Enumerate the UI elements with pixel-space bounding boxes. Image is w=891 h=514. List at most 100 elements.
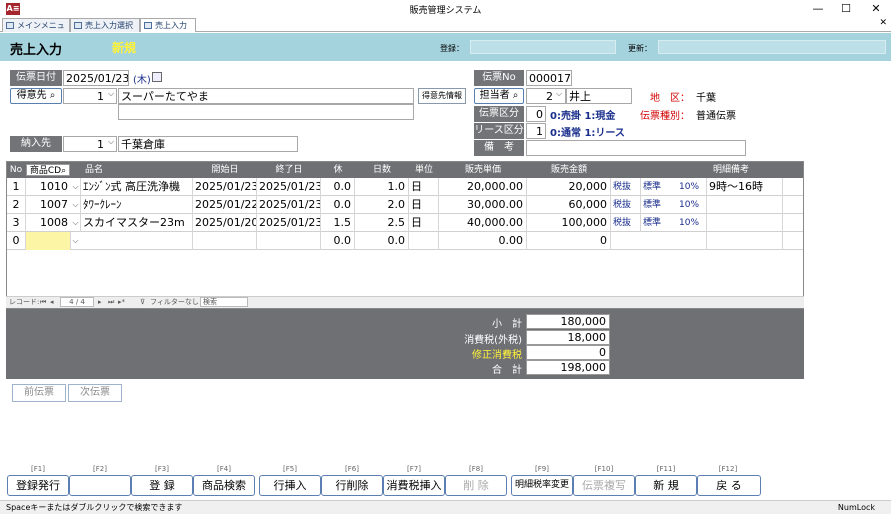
col-amount: 販売金額 bbox=[550, 165, 587, 175]
delete-row-button[interactable]: 行削除 bbox=[321, 475, 383, 496]
row-name[interactable]: ﾀﾜｰｸﾚｰﾝ bbox=[81, 196, 193, 214]
slip-no-label: 伝票No bbox=[474, 70, 524, 86]
row-start[interactable] bbox=[193, 232, 257, 250]
row-end[interactable] bbox=[257, 232, 321, 250]
row-price[interactable]: 20,000.00 bbox=[439, 178, 527, 196]
lease-label: リース区分 bbox=[474, 123, 524, 139]
fkey-label: [F7] bbox=[407, 465, 421, 473]
maximize-button[interactable]: ☐ bbox=[836, 2, 856, 16]
row-memo[interactable] bbox=[707, 196, 783, 214]
row-days[interactable]: 1.0 bbox=[355, 178, 409, 196]
row-start[interactable]: 2025/01/22 bbox=[193, 196, 257, 214]
chevron-down-icon[interactable]: ⌵ bbox=[71, 178, 80, 196]
registered-value bbox=[470, 40, 616, 54]
row-name[interactable] bbox=[81, 232, 193, 250]
row-end[interactable]: 2025/01/23 bbox=[257, 214, 321, 232]
row-unit[interactable]: 日 bbox=[409, 214, 439, 232]
row-off[interactable]: 0.0 bbox=[321, 196, 355, 214]
register-button[interactable]: 登 録 bbox=[131, 475, 193, 496]
back-button[interactable]: 戻 る bbox=[697, 475, 761, 496]
chevron-down-icon[interactable]: ⌵ bbox=[71, 196, 80, 214]
chevron-down-icon[interactable]: ⌵ bbox=[71, 232, 80, 250]
row-price[interactable]: 40,000.00 bbox=[439, 214, 527, 232]
record-position[interactable]: 4 / 4 bbox=[60, 297, 94, 307]
chevron-down-icon[interactable]: ⌵ bbox=[556, 89, 562, 99]
chevron-down-icon[interactable]: ⌵ bbox=[108, 89, 114, 99]
table-row-new[interactable]: 0 ⌵ 0.0 0.0 0.00 0 bbox=[7, 232, 803, 250]
change-tax-rate-button[interactable]: 明細税率変更 bbox=[511, 475, 573, 496]
table-row[interactable]: 2 1007 ⌵ ﾀﾜｰｸﾚｰﾝ 2025/01/22 2025/01/23 0… bbox=[7, 196, 803, 214]
row-end[interactable]: 2025/01/23 bbox=[257, 196, 321, 214]
slip-date-input[interactable]: 2025/01/23 bbox=[63, 70, 129, 86]
row-start[interactable]: 2025/01/23 bbox=[193, 178, 257, 196]
insert-tax-button[interactable]: 消費税挿入 bbox=[383, 475, 445, 496]
fkey-label: [F5] bbox=[283, 465, 297, 473]
row-unit[interactable]: 日 bbox=[409, 196, 439, 214]
product-code-search-button[interactable]: 商品CD⌕ bbox=[26, 164, 70, 176]
prev-slip-button[interactable]: 前伝票 bbox=[12, 384, 66, 402]
close-tab-icon[interactable]: ✕ bbox=[879, 18, 887, 28]
chevron-down-icon[interactable]: ⌵ bbox=[108, 137, 114, 147]
row-off[interactable]: 1.5 bbox=[321, 214, 355, 232]
delete-button[interactable]: 削 除 bbox=[445, 475, 507, 496]
tab-sales-entry[interactable]: 売上入力 bbox=[140, 18, 196, 32]
insert-row-button[interactable]: 行挿入 bbox=[259, 475, 321, 496]
lease-input[interactable]: 1 bbox=[526, 123, 546, 139]
product-search-button[interactable]: 商品検索 bbox=[193, 475, 255, 496]
delivery-name-field[interactable]: 千葉倉庫 bbox=[118, 136, 298, 152]
issue-button[interactable]: 登録発行 bbox=[7, 475, 69, 496]
next-slip-button[interactable]: 次伝票 bbox=[68, 384, 122, 402]
customer-info-button[interactable]: 得意先情報 bbox=[418, 88, 466, 104]
tax-adjust-input[interactable]: 0 bbox=[526, 345, 610, 360]
chevron-down-icon[interactable]: ⌵ bbox=[71, 214, 80, 232]
new-record-icon[interactable]: ▸* bbox=[118, 297, 125, 308]
row-unit[interactable]: 日 bbox=[409, 178, 439, 196]
row-days[interactable]: 2.0 bbox=[355, 196, 409, 214]
table-row[interactable]: 3 1008 ⌵ スカイマスター23m 2025/01/20 2025/01/2… bbox=[7, 214, 803, 232]
total-label: 合 計 bbox=[492, 365, 522, 376]
tab-sales-entry-select[interactable]: 売上入力選択 bbox=[70, 18, 140, 32]
row-end[interactable]: 2025/01/23 bbox=[257, 178, 321, 196]
row-days[interactable]: 2.5 bbox=[355, 214, 409, 232]
row-amount: 20,000 bbox=[527, 178, 611, 196]
slip-kind-input[interactable]: 0 bbox=[526, 106, 546, 122]
note-input[interactable] bbox=[526, 140, 746, 156]
staff-search-button[interactable]: 担当者 ⌕ bbox=[474, 88, 524, 104]
row-off[interactable]: 0.0 bbox=[321, 178, 355, 196]
filter-status[interactable]: フィルターなし bbox=[150, 297, 199, 308]
row-rate: 10% bbox=[677, 196, 707, 214]
row-unit[interactable] bbox=[409, 232, 439, 250]
numlock-indicator: NumLock bbox=[837, 503, 875, 512]
search-icon: ⌕ bbox=[509, 90, 519, 101]
first-record-icon[interactable]: ⏮ bbox=[40, 297, 46, 308]
minimize-button[interactable]: — bbox=[808, 2, 828, 16]
close-window-button[interactable]: ✕ bbox=[866, 2, 886, 16]
row-code[interactable] bbox=[26, 232, 71, 250]
row-memo[interactable] bbox=[707, 232, 783, 250]
row-start[interactable]: 2025/01/20 bbox=[193, 214, 257, 232]
updated-label: 更新： bbox=[628, 44, 652, 53]
new-button[interactable]: 新 規 bbox=[635, 475, 697, 496]
calendar-icon[interactable] bbox=[152, 72, 162, 82]
row-off[interactable]: 0.0 bbox=[321, 232, 355, 250]
table-row[interactable]: 1 1010 ⌵ ｴﾝｼﾞﾝ式 高圧洗浄機 2025/01/23 2025/01… bbox=[7, 178, 803, 196]
row-price[interactable]: 0.00 bbox=[439, 232, 527, 250]
customer-search-button[interactable]: 得意先 ⌕ bbox=[10, 88, 62, 104]
row-rate: 10% bbox=[677, 178, 707, 196]
col-memo: 明細備考 bbox=[712, 165, 749, 175]
last-record-icon[interactable]: ⏭ bbox=[108, 297, 114, 308]
copy-slip-button[interactable]: 伝票複写 bbox=[573, 475, 635, 496]
row-days[interactable]: 0.0 bbox=[355, 232, 409, 250]
row-price[interactable]: 30,000.00 bbox=[439, 196, 527, 214]
row-name[interactable]: スカイマスター23m bbox=[81, 214, 193, 232]
search-box[interactable]: 検索 bbox=[200, 297, 248, 307]
next-record-icon[interactable]: ▸ bbox=[98, 297, 102, 308]
tab-main-menu[interactable]: メインメニュー bbox=[2, 18, 70, 43]
row-memo[interactable]: 9時～16時 bbox=[707, 178, 783, 196]
prev-record-icon[interactable]: ◂ bbox=[50, 297, 54, 308]
customer-name-field[interactable]: スーパーたてやま bbox=[118, 88, 414, 104]
row-memo[interactable] bbox=[707, 214, 783, 232]
f2-button[interactable] bbox=[69, 475, 131, 496]
customer-name-field-2[interactable] bbox=[118, 104, 414, 120]
row-name[interactable]: ｴﾝｼﾞﾝ式 高圧洗浄機 bbox=[81, 178, 193, 196]
